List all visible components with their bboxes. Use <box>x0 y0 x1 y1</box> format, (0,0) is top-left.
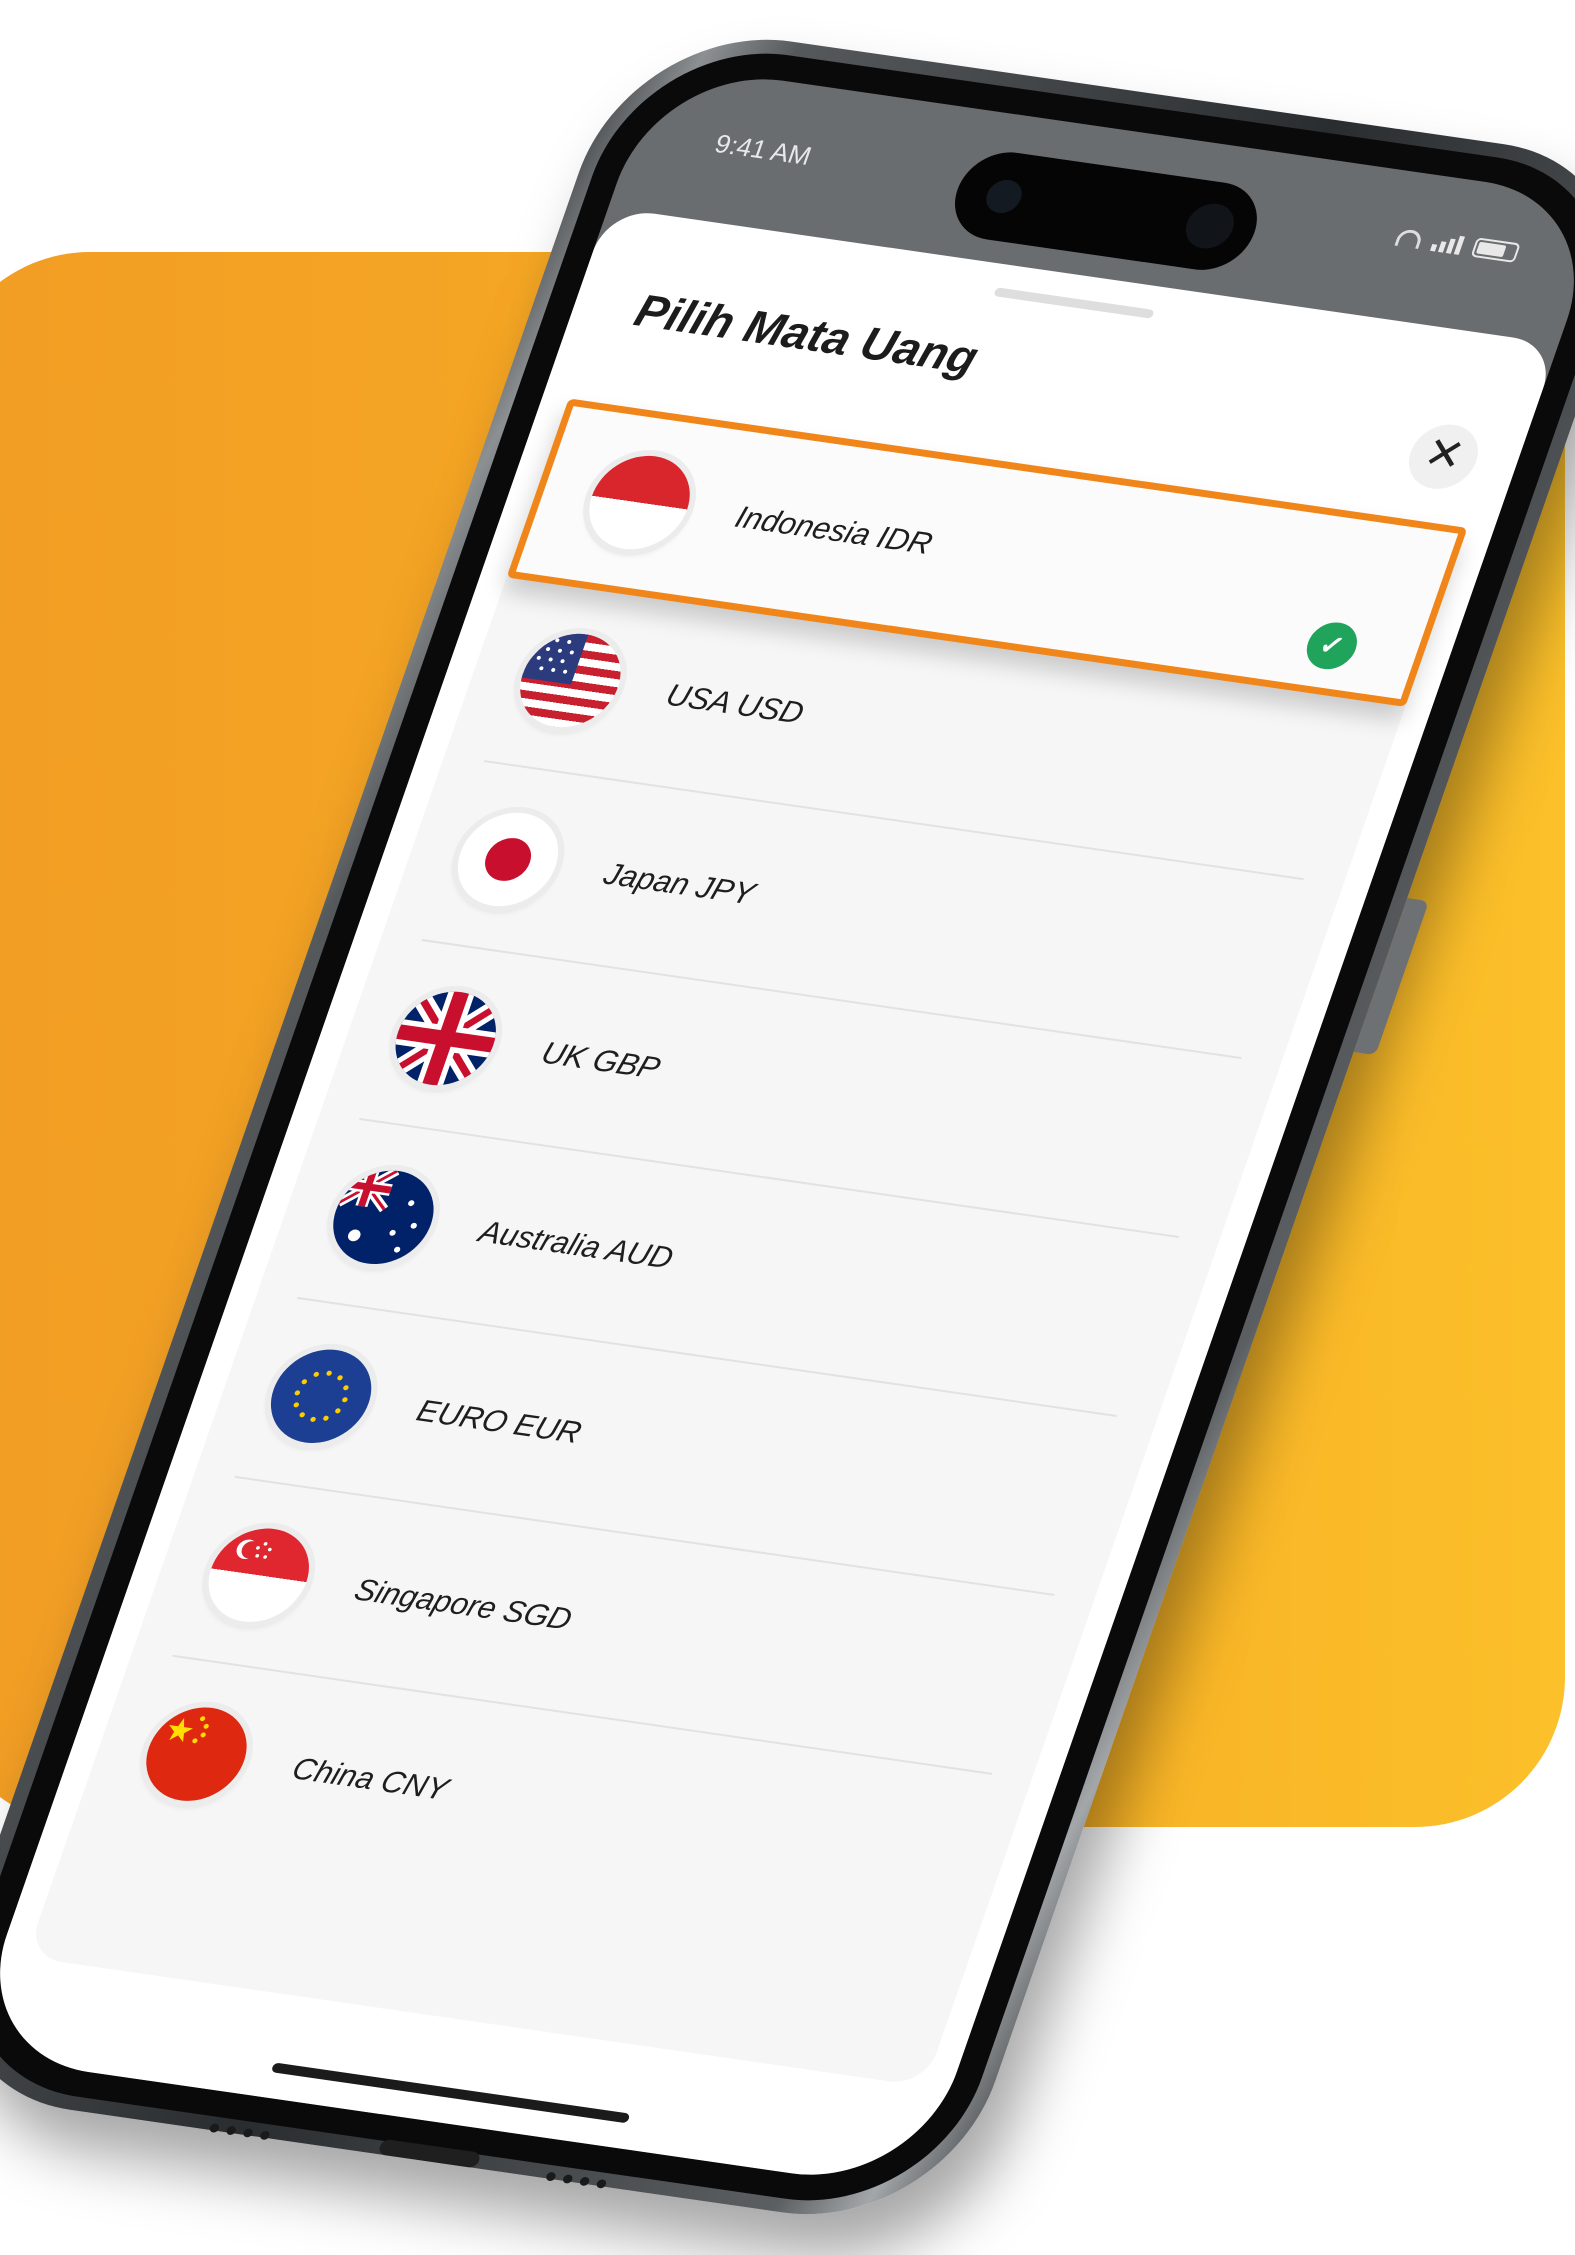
singapore-flag-icon <box>195 1522 323 1629</box>
currency-label: Singapore SGD <box>350 1571 577 1637</box>
usa-flag-icon <box>506 627 634 734</box>
status-time: 9:41 AM <box>711 128 816 171</box>
currency-label: Australia AUD <box>474 1214 678 1276</box>
sheet-grabber[interactable] <box>993 287 1155 319</box>
speaker-grille-left <box>208 2123 271 2141</box>
eu-flag-icon <box>257 1343 385 1450</box>
camera-icon <box>981 177 1027 216</box>
currency-label: China CNY <box>287 1750 453 1807</box>
china-flag-icon <box>132 1701 261 1808</box>
currency-label: Indonesia IDR <box>730 499 938 561</box>
australia-flag-icon <box>319 1164 448 1271</box>
sensor-icon <box>1179 200 1241 252</box>
status-icons <box>1394 226 1521 263</box>
battery-icon <box>1470 237 1521 263</box>
japan-flag-icon <box>444 806 572 913</box>
dynamic-island <box>942 146 1270 276</box>
uk-flag-icon <box>382 985 510 1092</box>
close-button[interactable]: ✕ <box>1399 420 1488 494</box>
currency-label: EURO EUR <box>412 1392 587 1450</box>
currency-label: UK GBP <box>537 1035 665 1086</box>
sheet-title: Pilih Mata Uang <box>628 284 985 384</box>
indonesia-flag-icon <box>576 449 704 556</box>
currency-label: Japan JPY <box>599 856 760 912</box>
wifi-icon <box>1394 228 1425 250</box>
currency-label: USA USD <box>661 677 809 731</box>
signal-icon <box>1429 232 1466 255</box>
speaker-grille-right <box>544 2171 608 2189</box>
check-icon: ✓ <box>1300 619 1364 673</box>
